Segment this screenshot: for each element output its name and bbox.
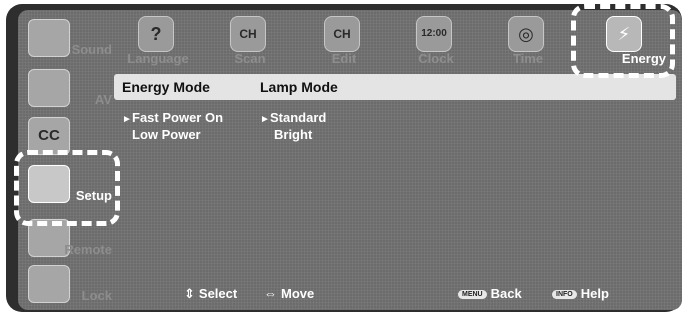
speaker-icon (28, 19, 70, 57)
sidebar-item-label: Remote (64, 242, 112, 257)
tab-language[interactable]: ? Language (118, 14, 198, 70)
tab-label: Edit (331, 51, 357, 66)
tab-time[interactable]: ◎ Time (488, 14, 568, 70)
sidebar-item-sound[interactable]: Sound (22, 16, 114, 60)
setup-highlight-box (14, 150, 120, 226)
option-label: Standard (270, 110, 327, 125)
sidebar-item-lock[interactable]: Lock (22, 262, 114, 306)
sidebar-item-label: AV (94, 92, 112, 107)
question-icon: ? (138, 16, 174, 52)
footer-back[interactable]: MENU Back (458, 286, 522, 301)
tab-edit[interactable]: CH Edit (304, 14, 384, 70)
antenna-ch-icon: CH (230, 16, 266, 52)
tab-scan[interactable]: CH Scan (210, 14, 290, 70)
sidebar-item-label: Sound (71, 42, 112, 57)
tab-label: Language (127, 51, 189, 66)
menu-key-icon: MENU (458, 290, 487, 299)
up-down-icon: ⇕ (184, 286, 195, 301)
footer-help-label: Help (580, 286, 609, 301)
selected-marker-icon: ► (122, 114, 132, 125)
globe-icon: ◎ (508, 16, 544, 52)
footer-help-bar: ⇕ Select ⇔ Move MENU Back INFO Help (114, 282, 676, 306)
energy-option-fast-power-on[interactable]: ►Fast Power On (122, 110, 223, 125)
footer-select-label: Select (198, 286, 238, 301)
option-label: Bright (274, 127, 313, 142)
option-label: Low Power (132, 127, 201, 142)
energy-mode-heading: Energy Mode (122, 79, 210, 95)
footer-move-label: Move (281, 286, 315, 301)
energy-option-low-power[interactable]: Low Power (132, 127, 201, 142)
options-area: ►Fast Power On Low Power ►Standard Brigh… (114, 106, 676, 276)
footer-select: ⇕ Select (184, 286, 237, 302)
lamp-mode-heading: Lamp Mode (260, 79, 338, 95)
footer-move: ⇔ Move (264, 286, 314, 301)
lamp-option-bright[interactable]: Bright (274, 127, 312, 142)
footer-help[interactable]: INFO Help (552, 286, 609, 301)
av-connector-icon (28, 69, 70, 107)
tab-label: Scan (234, 51, 266, 66)
tab-label: Clock (418, 51, 454, 66)
clock-icon: 12:00 (416, 16, 452, 52)
option-label: Fast Power On (132, 110, 224, 125)
energy-highlight-box (571, 4, 675, 78)
lamp-option-standard[interactable]: ►Standard (260, 110, 326, 125)
footer-back-label: Back (490, 286, 522, 301)
left-right-icon: ⇔ (264, 286, 277, 301)
tab-clock[interactable]: 12:00 Clock (396, 14, 476, 70)
lock-icon (28, 265, 70, 303)
info-key-icon: INFO (552, 290, 577, 299)
sidebar-item-av[interactable]: AV (22, 66, 114, 110)
ch-edit-icon: CH (324, 16, 360, 52)
tab-label: Time (512, 51, 544, 66)
selected-marker-icon: ► (260, 114, 270, 125)
sidebar-item-label: Lock (81, 288, 112, 303)
